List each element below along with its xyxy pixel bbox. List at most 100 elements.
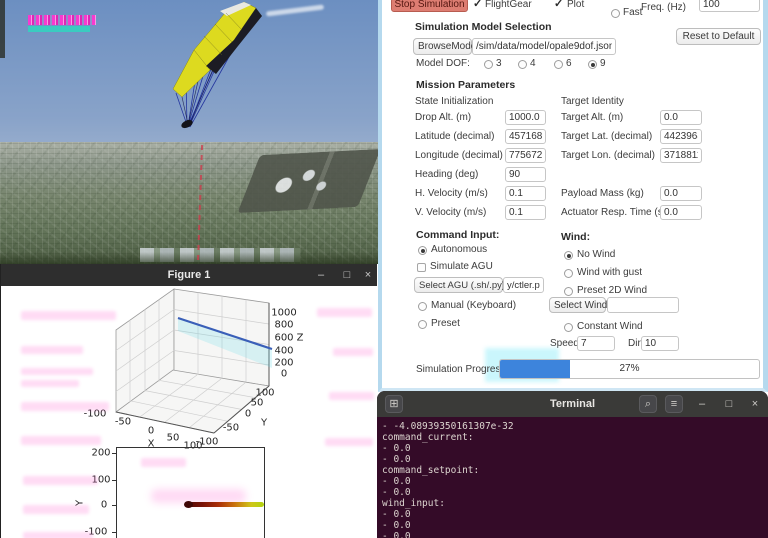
select-agu-button[interactable]: Select AGU (.sh/.py) (414, 277, 505, 293)
wind-section-title: Wind: (561, 231, 591, 243)
ghost-artifact (21, 346, 83, 354)
fast-radio-label[interactable]: Fast (623, 7, 642, 18)
mission-section-title: Mission Parameters (416, 79, 516, 91)
state-init-header: State Initialization (415, 96, 494, 107)
terminal-line: - 0.0 (382, 454, 411, 465)
preset-2d-wind-radio[interactable] (564, 287, 573, 296)
dof-radio-4[interactable] (518, 60, 527, 69)
field-label: Latitude (decimal) (415, 131, 495, 142)
select-wind-button[interactable]: Select Wind (549, 297, 607, 313)
dof-label-3[interactable]: 3 (496, 58, 502, 69)
ghost-artifact (141, 458, 186, 467)
axis-tick-mark (112, 532, 116, 533)
check-icon[interactable]: ✓ (554, 0, 563, 10)
latitude-input[interactable] (505, 129, 546, 144)
minimize-icon[interactable]: – (311, 264, 331, 286)
manual-radio[interactable] (418, 302, 427, 311)
terminal-line: - 0.0 (382, 443, 411, 454)
dof-radio-9[interactable] (588, 60, 597, 69)
agu-path-input[interactable] (503, 277, 544, 293)
terminal-line: - 0.0 (382, 509, 411, 520)
constant-wind-label[interactable]: Constant Wind (577, 321, 643, 332)
speed-input[interactable] (577, 336, 615, 351)
ghost-artifact (21, 436, 101, 445)
manual-label[interactable]: Manual (Keyboard) (431, 300, 516, 311)
figure-titlebar[interactable]: Figure 1 – □ × (1, 264, 377, 286)
reset-default-button[interactable]: Reset to Default (676, 28, 761, 45)
field-label: Drop Alt. (m) (415, 112, 472, 123)
terminal-line: - 0.0 (382, 520, 411, 531)
simulate-agu-label[interactable]: Simulate AGU (430, 261, 493, 272)
close-icon[interactable]: × (746, 395, 764, 413)
target-identity-header: Target Identity (561, 96, 624, 107)
payload-mass-input[interactable] (660, 186, 702, 201)
maximize-icon[interactable]: □ (720, 395, 738, 413)
drop-alt-input[interactable] (505, 110, 546, 125)
new-tab-icon[interactable]: ⊞ (385, 395, 403, 413)
actuator-resp-input[interactable] (660, 205, 702, 220)
target-alt-input[interactable] (660, 110, 702, 125)
ghost-artifact (325, 438, 373, 446)
preset-radio[interactable] (418, 320, 427, 329)
no-wind-radio[interactable] (564, 251, 573, 260)
no-wind-label[interactable]: No Wind (577, 249, 615, 260)
ghost-artifact (317, 308, 372, 317)
field-label: Target Lat. (decimal) (561, 131, 653, 142)
autonomous-label[interactable]: Autonomous (431, 244, 487, 255)
dof-label-4[interactable]: 4 (530, 58, 536, 69)
plot-checkbox-label[interactable]: Plot (567, 0, 584, 10)
dof-radio-3[interactable] (484, 60, 493, 69)
longitude-input[interactable] (505, 148, 546, 163)
plot2d-ticks: 200 100 0 -100 Y (1, 286, 377, 538)
field-label: Payload Mass (kg) (561, 188, 644, 199)
wind-path-input[interactable] (607, 297, 679, 313)
target-lon-input[interactable] (660, 148, 702, 163)
terminal-line: - 0.0 (382, 476, 411, 487)
field-label: H. Velocity (m/s) (415, 188, 488, 199)
field-label: V. Velocity (m/s) (415, 207, 487, 218)
axis-tick: 0 (100, 499, 108, 511)
preset-2d-wind-label[interactable]: Preset 2D Wind (577, 285, 647, 296)
h-velocity-input[interactable] (505, 186, 546, 201)
window-edge-artifact (0, 0, 5, 58)
terminal-output[interactable]: - -4.08939350161307e-32 command_current:… (377, 417, 768, 538)
foreground-terrain (0, 252, 378, 264)
simulate-agu-checkbox[interactable] (417, 263, 426, 272)
ghost-artifact (333, 348, 373, 356)
terminal-titlebar[interactable]: ⊞ Terminal ⌕ ≡ – □ × (377, 391, 768, 417)
freq-input[interactable] (699, 0, 760, 12)
stop-simulation-button[interactable]: Stop Simulation (391, 0, 468, 12)
fast-radio[interactable] (611, 9, 620, 18)
ghost-artifact (23, 476, 98, 485)
autonomous-radio[interactable] (418, 246, 427, 255)
flightgear-checkbox-label[interactable]: FlightGear (485, 0, 532, 10)
terminal-line: wind_input: (382, 498, 445, 509)
menu-icon[interactable]: ≡ (665, 395, 683, 413)
close-icon[interactable]: × (358, 264, 378, 286)
check-icon[interactable]: ✓ (473, 0, 482, 10)
target-lat-input[interactable] (660, 129, 702, 144)
preset-label[interactable]: Preset (431, 318, 460, 329)
hud-magenta-text (28, 15, 96, 25)
dof-label-9[interactable]: 9 (600, 58, 606, 69)
field-label: Longitude (decimal) (415, 150, 503, 161)
field-label: Actuator Resp. Time (s) (561, 207, 667, 218)
ghost-artifact (21, 311, 116, 320)
search-icon[interactable]: ⌕ (639, 395, 657, 413)
model-path-input[interactable] (472, 38, 616, 55)
constant-wind-radio[interactable] (564, 323, 573, 332)
figure-canvas: 0 200 400 600 800 1000 Z -100 -50 0 50 100 X 100 50 0 -5… (1, 286, 377, 538)
v-velocity-input[interactable] (505, 205, 546, 220)
minimize-icon[interactable]: – (693, 395, 711, 413)
field-label: Target Lon. (decimal) (561, 150, 655, 161)
wind-gust-radio[interactable] (564, 269, 573, 278)
browse-model-button[interactable]: BrowseModel (413, 38, 479, 55)
heading-input[interactable] (505, 167, 546, 182)
wind-gust-label[interactable]: Wind with gust (577, 267, 642, 278)
dof-label-6[interactable]: 6 (566, 58, 572, 69)
dof-radio-6[interactable] (554, 60, 563, 69)
ghost-artifact (21, 402, 109, 411)
dir-input[interactable] (641, 336, 679, 351)
maximize-icon[interactable]: □ (337, 264, 357, 286)
terminal-line: - 0.0 (382, 531, 411, 538)
